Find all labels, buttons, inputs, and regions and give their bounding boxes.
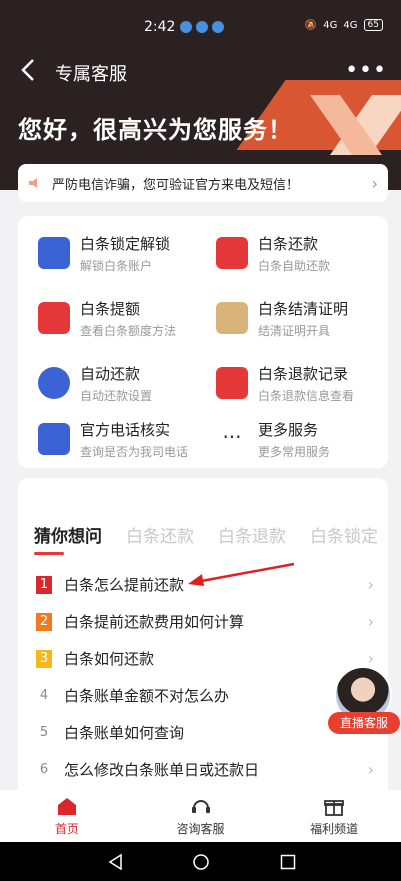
service-lock-unlock[interactable]: 白条锁定解锁解锁白条账户 <box>38 228 218 278</box>
status-time: 2:42 <box>144 19 176 35</box>
tab-lock[interactable]: 白条锁定 <box>310 522 378 547</box>
service-more[interactable]: ··· 更多服务更多常用服务 <box>216 414 396 464</box>
service-title: 白条锁定解锁 <box>80 234 171 253</box>
app-notification-icon <box>180 21 192 33</box>
faq-card: 猜你想问 白条还款 白条退款 白条锁定 1 白条怎么提前还款 › 2 白条提前还… <box>18 478 388 808</box>
system-recents-icon[interactable] <box>280 854 296 870</box>
nav-label: 福利频道 <box>310 822 359 836</box>
fraud-notice-bar[interactable]: 严防电信诈骗，您可验证官方来电及短信！ › <box>18 164 388 202</box>
service-title: 自动还款 <box>80 364 141 383</box>
service-subtitle: 查看白条额度方法 <box>80 323 177 338</box>
refund-record-icon <box>216 367 248 399</box>
rank-badge: 3 <box>36 649 52 668</box>
speaker-icon <box>29 178 37 188</box>
system-nav-bar <box>0 842 401 881</box>
page-title: 专属客服 <box>55 64 127 85</box>
service-title: 官方电话核实 <box>80 420 171 439</box>
battery-icon: 65 <box>363 19 383 31</box>
phone-verify-icon <box>38 423 70 455</box>
question-text: 白条账单金额不对怎么办 <box>64 687 230 705</box>
nav-home[interactable]: 首页 <box>0 790 134 842</box>
service-subtitle: 自动还款设置 <box>80 388 153 403</box>
question-item[interactable]: 2 白条提前还款费用如何计算 › <box>18 603 388 640</box>
service-repay[interactable]: 白条还款白条自助还款 <box>216 228 396 278</box>
chevron-right-icon: › <box>367 575 374 594</box>
more-menu-icon[interactable]: ••• <box>345 58 387 83</box>
service-subtitle: 更多常用服务 <box>258 444 331 459</box>
home-icon <box>57 798 76 815</box>
network-label: 4G <box>323 19 338 31</box>
tab-repay[interactable]: 白条还款 <box>126 522 194 547</box>
question-text: 白条账单如何查询 <box>64 724 185 742</box>
nav-welfare[interactable]: 福利频道 <box>267 790 401 842</box>
service-phone-verify[interactable]: 官方电话核实查询是否为我司电话 <box>38 414 218 464</box>
nav-label: 首页 <box>54 822 79 836</box>
network-label: 4G <box>343 19 358 31</box>
service-title: 白条提额 <box>80 299 141 318</box>
notification-icons <box>180 21 224 33</box>
status-bar: 2:42 🔕 4G 4G 65 <box>0 0 401 50</box>
service-limit-up[interactable]: 白条提额查看白条额度方法 <box>38 293 218 343</box>
service-subtitle: 结清证明开具 <box>258 323 331 338</box>
greeting-text: 您好，很高兴为您服务！ <box>18 116 293 144</box>
chevron-right-icon: › <box>371 173 378 193</box>
cloud-icon <box>196 21 208 33</box>
certificate-icon <box>216 302 248 334</box>
location-icon <box>212 21 224 33</box>
service-title: 白条还款 <box>258 234 319 253</box>
nav-label: 咨询客服 <box>176 822 225 836</box>
question-text: 白条如何还款 <box>64 650 155 668</box>
more-icon: ··· <box>222 425 242 449</box>
rank-badge: 1 <box>36 575 52 594</box>
chevron-right-icon: › <box>367 760 374 779</box>
service-title: 白条退款记录 <box>258 364 349 383</box>
service-refund-record[interactable]: 白条退款记录白条退款信息查看 <box>216 358 396 408</box>
headset-icon <box>191 800 210 813</box>
auto-repay-icon <box>38 367 70 399</box>
rank-badge: 2 <box>36 612 52 631</box>
question-text: 白条提前还款费用如何计算 <box>64 613 245 631</box>
tab-refund[interactable]: 白条退款 <box>218 522 286 547</box>
top-nav: 专属客服 ••• <box>0 52 401 92</box>
question-item[interactable]: 6 怎么修改白条账单日或还款日 › <box>18 751 388 788</box>
service-grid: 白条锁定解锁解锁白条账户 白条还款白条自助还款 白条提额查看白条额度方法 白条结… <box>18 216 388 468</box>
repay-card-icon <box>216 237 248 269</box>
rank-number: 4 <box>39 687 49 703</box>
question-text: 怎么修改白条账单日或还款日 <box>64 761 260 779</box>
chevron-right-icon: › <box>367 612 374 631</box>
service-title: 白条结清证明 <box>258 299 349 318</box>
service-subtitle: 解锁白条账户 <box>80 258 153 273</box>
faq-tabs: 猜你想问 白条还款 白条退款 白条锁定 <box>34 522 378 555</box>
service-subtitle: 白条自助还款 <box>258 258 331 273</box>
mute-icon: 🔕 <box>304 19 318 31</box>
service-auto-repay[interactable]: 自动还款自动还款设置 <box>38 358 218 408</box>
tab-guess[interactable]: 猜你想问 <box>34 522 102 555</box>
gift-icon <box>324 800 345 816</box>
rank-number: 5 <box>39 724 49 740</box>
system-home-icon[interactable] <box>193 854 209 870</box>
service-title: 更多服务 <box>258 420 319 439</box>
live-service-widget[interactable]: 直播客服 <box>328 666 400 736</box>
limit-up-icon <box>38 302 70 334</box>
live-service-button[interactable]: 直播客服 <box>328 712 400 734</box>
notice-text: 严防电信诈骗，您可验证官方来电及短信！ <box>52 177 300 193</box>
back-arrow-icon[interactable] <box>18 56 40 84</box>
system-status: 🔕 4G 4G 65 <box>305 19 383 31</box>
bottom-nav: 首页 咨询客服 福利频道 <box>0 790 401 842</box>
service-subtitle: 查询是否为我司电话 <box>80 444 189 459</box>
question-text: 白条怎么提前还款 <box>64 576 185 594</box>
lock-card-icon <box>38 237 70 269</box>
nav-consult[interactable]: 咨询客服 <box>134 790 268 842</box>
service-certificate[interactable]: 白条结清证明结清证明开具 <box>216 293 396 343</box>
rank-number: 6 <box>39 761 49 777</box>
system-back-icon[interactable] <box>108 854 124 870</box>
annotation-arrow-icon <box>188 562 295 586</box>
service-subtitle: 白条退款信息查看 <box>258 388 355 403</box>
